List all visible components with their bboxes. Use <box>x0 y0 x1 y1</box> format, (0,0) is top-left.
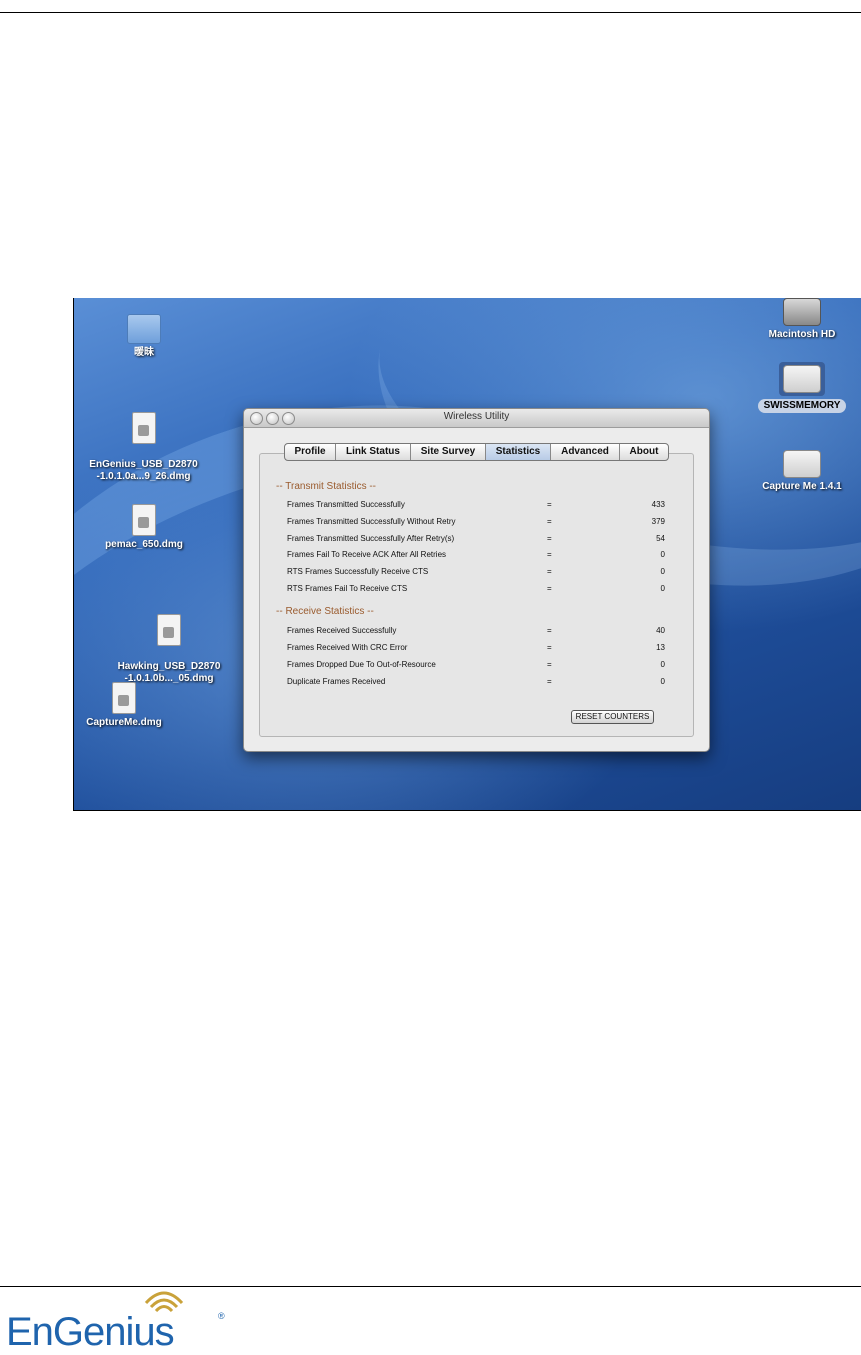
stat-label: Frames Dropped Due To Out-of-Resource <box>287 660 436 669</box>
stat-equals: = <box>547 567 552 576</box>
window-title: Wireless Utility <box>443 411 510 422</box>
stat-row: Frames Received Successfully = 40 <box>287 626 665 640</box>
desktop-icon-label: EnGenius_USB_D2870 -1.0.1.0a...9_26.dmg <box>89 459 198 482</box>
stat-label: Frames Fail To Receive ACK After All Ret… <box>287 550 447 559</box>
stat-value: 40 <box>656 626 665 635</box>
wireless-utility-window: Wireless Utility -- Transmit Statistics … <box>243 408 710 752</box>
stat-value: 13 <box>656 643 665 652</box>
hard-disk-icon <box>783 298 821 326</box>
stat-value: 0 <box>660 567 665 576</box>
stat-equals: = <box>547 534 552 543</box>
folder-icon <box>127 314 161 344</box>
statistics-panel: -- Transmit Statistics -- Frames Transmi… <box>259 453 694 737</box>
selection-highlight <box>779 362 825 396</box>
stat-equals: = <box>547 677 552 686</box>
desktop-icon-label: Capture Me 1.4.1 <box>762 481 842 492</box>
stat-equals: = <box>547 517 552 526</box>
stat-value: 0 <box>660 550 665 559</box>
stat-value: 433 <box>651 500 665 509</box>
transmit-statistics-heading: -- Transmit Statistics -- <box>276 481 377 492</box>
stat-equals: = <box>547 584 552 593</box>
stat-row: RTS Frames Fail To Receive CTS = 0 <box>287 584 665 598</box>
stat-row: Frames Transmitted Successfully Without … <box>287 517 665 531</box>
reset-counters-button[interactable]: RESET COUNTERS <box>571 710 654 724</box>
stat-label: RTS Frames Successfully Receive CTS <box>287 567 429 576</box>
tab-advanced[interactable]: Advanced <box>551 444 620 460</box>
tab-profile[interactable]: Profile <box>285 444 336 460</box>
desktop-icon-label: pemac_650.dmg <box>105 539 183 550</box>
tab-site-survey[interactable]: Site Survey <box>411 444 486 460</box>
desktop-dmg-pemac[interactable]: pemac_650.dmg <box>94 504 194 551</box>
header-rule <box>0 12 861 13</box>
stat-value: 379 <box>651 517 665 526</box>
desktop-captureme-volume[interactable]: Capture Me 1.4.1 <box>752 450 852 493</box>
stat-equals: = <box>547 660 552 669</box>
stat-row: Frames Transmitted Successfully = 433 <box>287 500 665 514</box>
desktop-icon-label: SWISSMEMORY <box>757 399 847 413</box>
tab-link-status[interactable]: Link Status <box>336 444 411 460</box>
stat-value: 54 <box>656 534 665 543</box>
desktop-icon-label: CaptureMe.dmg <box>86 717 162 728</box>
registered-mark: ® <box>218 1311 225 1321</box>
tab-statistics[interactable]: Statistics <box>486 444 551 460</box>
stat-row: Frames Dropped Due To Out-of-Resource = … <box>287 660 665 674</box>
stat-equals: = <box>547 626 552 635</box>
stat-label: RTS Frames Fail To Receive CTS <box>287 584 408 593</box>
stat-row: Frames Fail To Receive ACK After All Ret… <box>287 550 665 564</box>
desktop-icon-label: Macintosh HD <box>768 329 836 340</box>
stat-label: Frames Received Successfully <box>287 626 397 635</box>
stat-row: Duplicate Frames Received = 0 <box>287 677 665 691</box>
disk-image-icon <box>157 614 181 646</box>
disk-image-icon <box>131 412 156 444</box>
external-drive-icon <box>783 365 821 393</box>
tab-about[interactable]: About <box>620 444 668 460</box>
desktop-swissmemory[interactable]: SWISSMEMORY <box>749 362 855 413</box>
stat-equals: = <box>547 500 552 509</box>
stat-label: Frames Transmitted Successfully After Re… <box>287 534 455 543</box>
stat-value: 0 <box>660 584 665 593</box>
footer-rule <box>0 1286 861 1287</box>
desktop-icon-label: 暖昧 <box>134 347 154 358</box>
stat-row: Frames Transmitted Successfully After Re… <box>287 534 665 548</box>
desktop-macintosh-hd[interactable]: Macintosh HD <box>752 298 852 341</box>
stat-label: Duplicate Frames Received <box>287 677 386 686</box>
stat-equals: = <box>547 550 552 559</box>
desktop-dmg-engenius[interactable]: EnGenius_USB_D2870 -1.0.1.0a...9_26.dmg <box>76 400 211 495</box>
tab-bar: Profile Link Status Site Survey Statisti… <box>284 443 669 461</box>
stat-value: 0 <box>660 660 665 669</box>
stat-row: Frames Received With CRC Error = 13 <box>287 643 665 657</box>
stat-value: 0 <box>660 677 665 686</box>
stat-label: Frames Transmitted Successfully Without … <box>287 517 456 526</box>
engenius-logo: EnGenius <box>6 1310 175 1354</box>
receive-statistics-heading: -- Receive Statistics -- <box>276 606 374 617</box>
stat-row: RTS Frames Successfully Receive CTS = 0 <box>287 567 665 581</box>
stat-label: Frames Received With CRC Error <box>287 643 408 652</box>
stat-label: Frames Transmitted Successfully <box>287 500 405 509</box>
stat-equals: = <box>547 643 552 652</box>
disk-image-icon <box>132 504 156 536</box>
external-drive-icon <box>783 450 821 478</box>
desktop-dmg-captureme[interactable]: CaptureMe.dmg <box>74 682 174 729</box>
disk-image-icon <box>112 682 136 714</box>
window-titlebar[interactable]: Wireless Utility <box>244 409 709 428</box>
desktop-folder-icon[interactable]: 暖昧 <box>119 314 169 359</box>
